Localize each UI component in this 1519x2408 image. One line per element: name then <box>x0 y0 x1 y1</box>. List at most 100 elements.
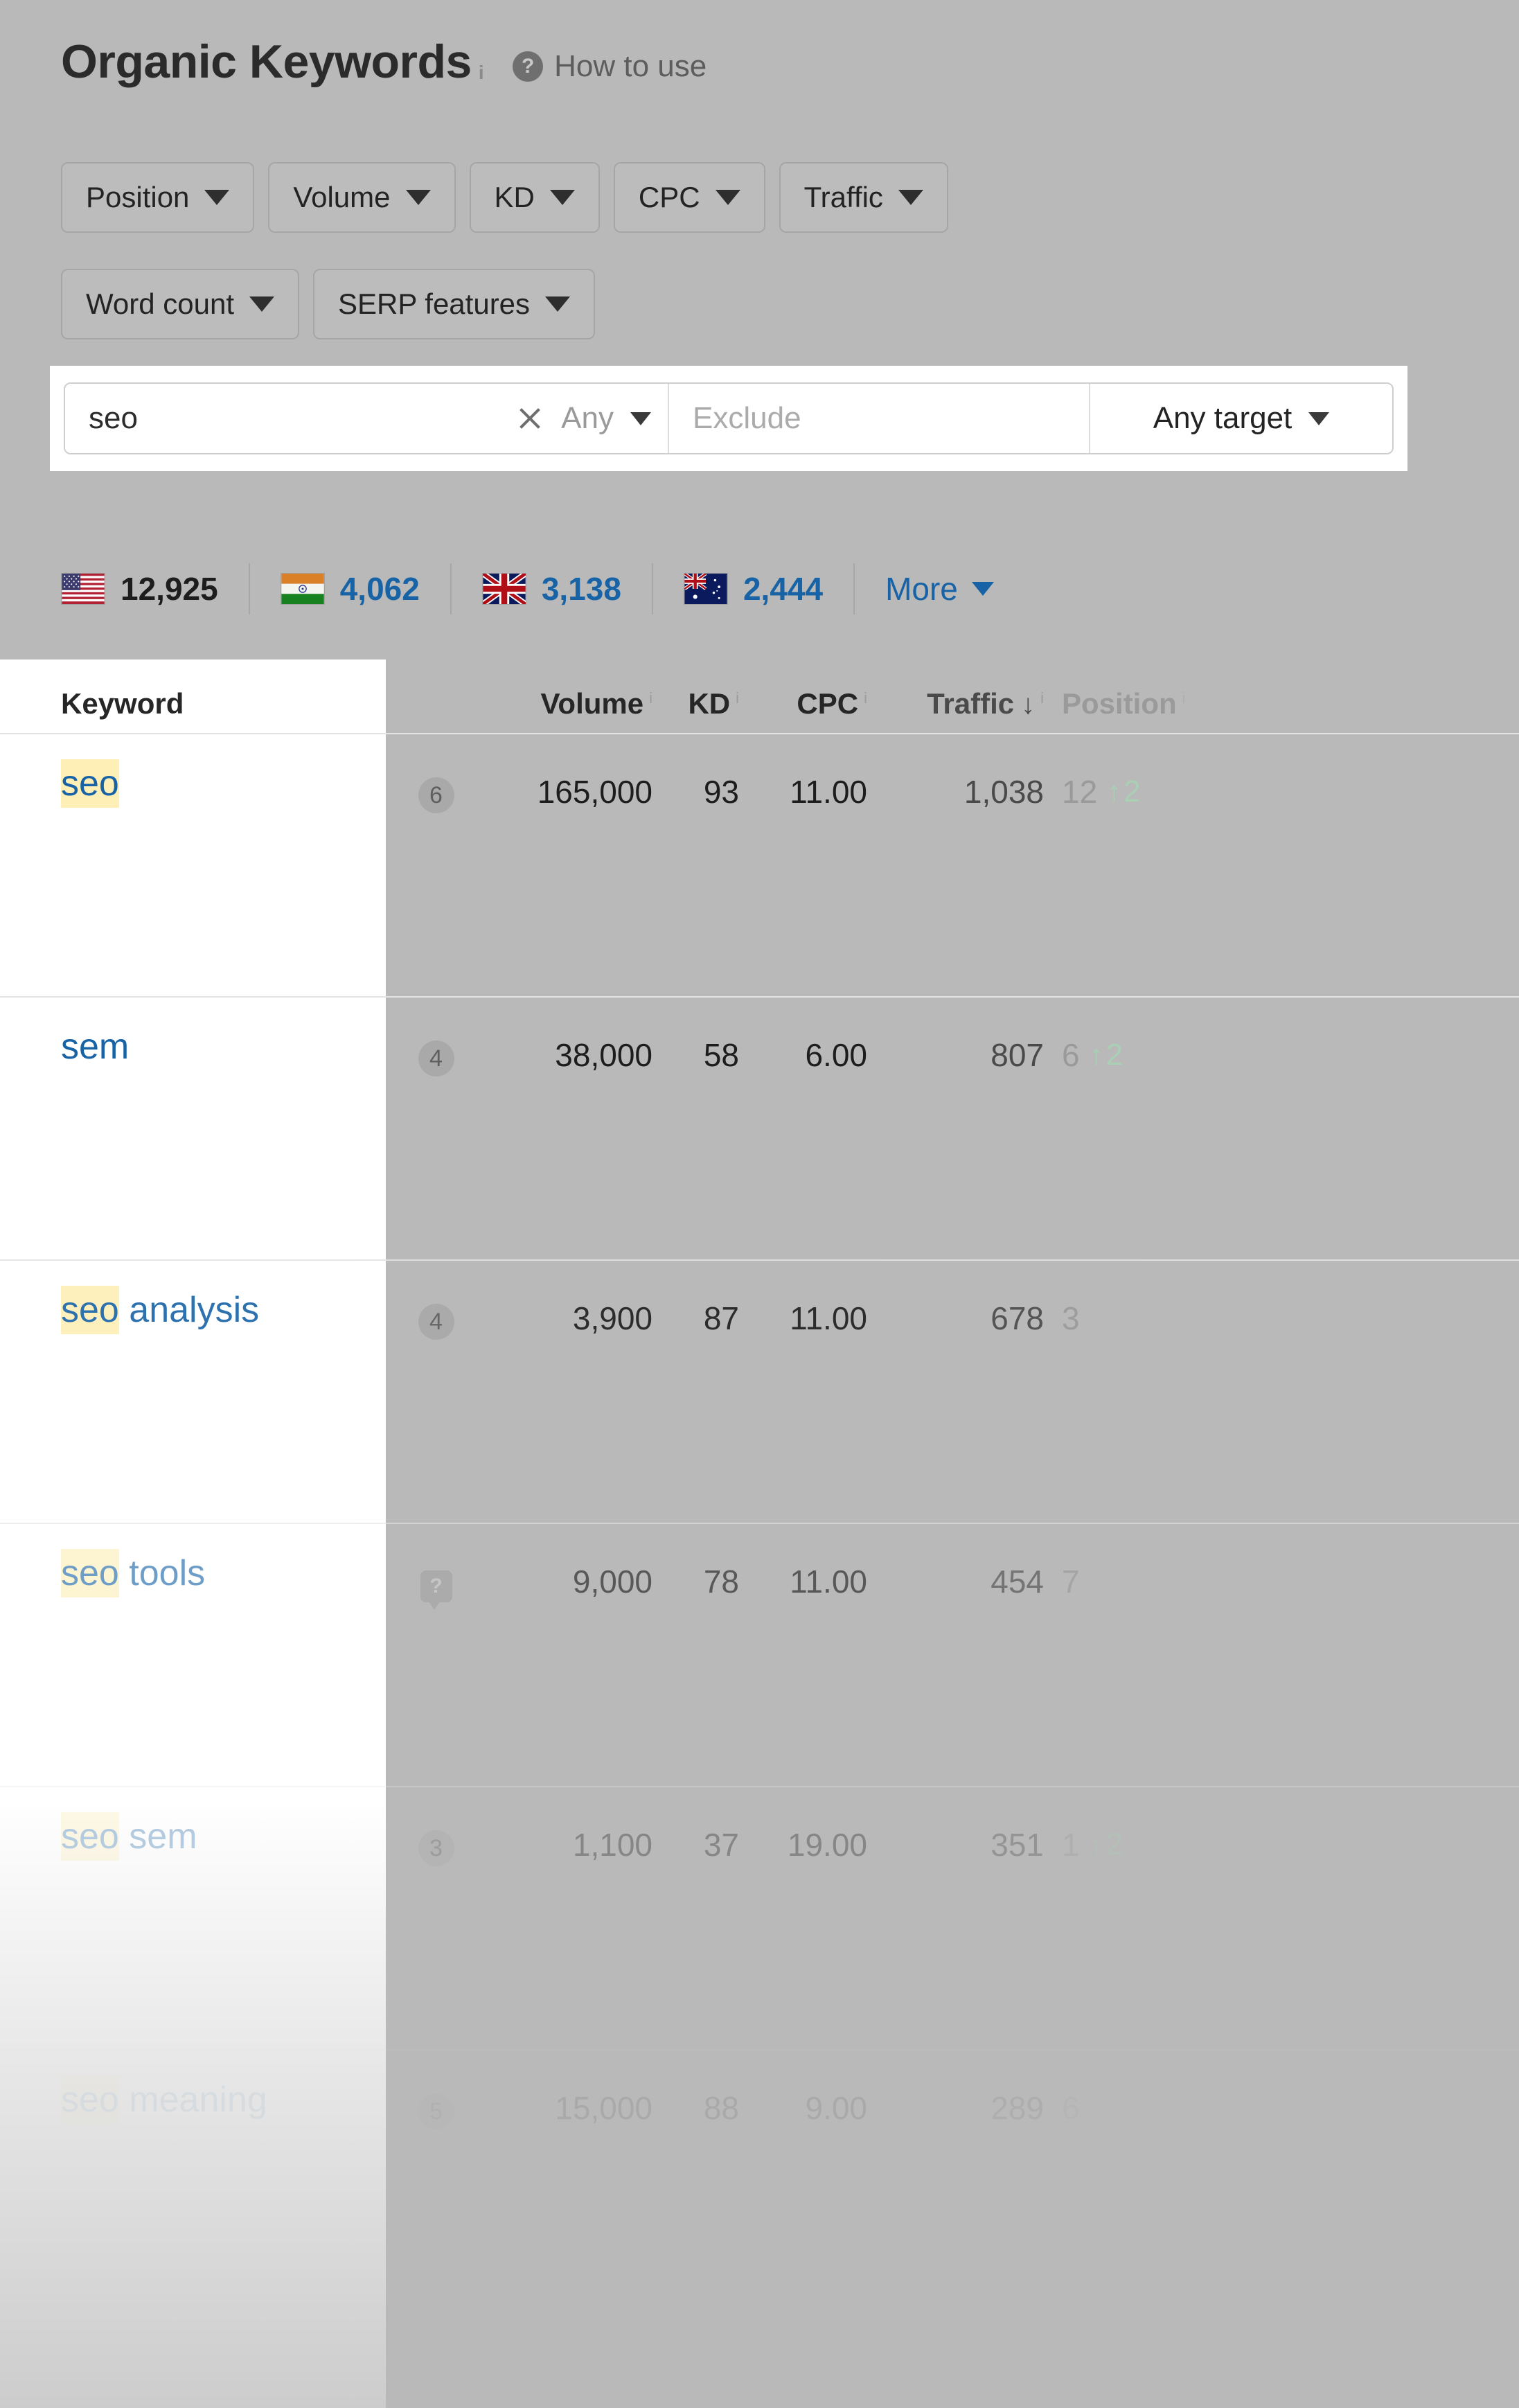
column-header-kd-label: KD <box>688 687 731 720</box>
table-row[interactable]: sem 4 38,000 58 6.00 807 6 ↑ 2 <box>0 996 1519 1259</box>
traffic-cell: 807 <box>991 1037 1044 1073</box>
arrow-up-icon: ↑ <box>1107 777 1121 807</box>
keyword-link[interactable]: seo tools <box>61 1549 205 1597</box>
how-to-use-link[interactable]: ? How to use <box>513 49 707 84</box>
table-row[interactable]: seo meaning 5 15,000 88 9.00 289 6 <box>0 2049 1519 2312</box>
position-change: ↑ 2 <box>1090 1038 1123 1072</box>
position-change-value: 2 <box>1105 1827 1123 1861</box>
column-header-kd[interactable]: KD i <box>652 659 739 720</box>
filter-cpc[interactable]: CPC <box>613 162 765 233</box>
keyword-link[interactable]: sem <box>61 1027 129 1067</box>
position-cell: 7 <box>1044 1524 1217 1600</box>
column-header-position[interactable]: Position i <box>1044 659 1217 720</box>
keyword-cell[interactable]: seo sem <box>0 1787 386 1861</box>
cpc-cell: 11.00 <box>790 1564 867 1600</box>
column-header-cpc-label: CPC <box>797 687 859 720</box>
keyword-rest: sem <box>61 1027 130 1067</box>
column-header-volume-label: Volume <box>540 687 644 720</box>
column-header-keyword[interactable]: Keyword <box>0 659 386 720</box>
filter-position[interactable]: Position <box>61 162 255 233</box>
include-keyword-input[interactable]: seo <box>89 401 514 436</box>
page-title-info-icon[interactable]: i <box>479 62 484 83</box>
kd-cell: 87 <box>703 1300 739 1336</box>
volume-cell: 1,100 <box>572 1827 652 1863</box>
position-value-wrap: 3 <box>1062 1300 1080 1337</box>
filter-chips-row-2: Word count SERP features <box>61 269 596 339</box>
position-change: ↑ 2 <box>1107 774 1140 809</box>
column-header-keyword-label: Keyword <box>61 687 184 720</box>
kd-cell: 78 <box>703 1564 739 1600</box>
country-tab-au[interactable]: 2,444 <box>653 560 853 618</box>
country-totals-row: 12,925 4,062 3,138 2,444 More <box>61 560 1024 618</box>
serp-features-cell[interactable]: 5 <box>386 2051 486 2130</box>
serp-features-cell[interactable]: 4 <box>386 998 486 1077</box>
position-value-wrap: 7 <box>1062 1563 1080 1600</box>
keyword-link[interactable]: seo meaning <box>61 2075 267 2124</box>
keyword-link[interactable]: seo <box>61 759 119 808</box>
table-row[interactable]: seo 6 165,000 93 11.00 1,038 12 ↑ 2 <box>0 733 1519 996</box>
chevron-down-icon <box>549 190 575 205</box>
keyword-cell[interactable]: seo meaning <box>0 2051 386 2124</box>
how-to-use-label: How to use <box>554 49 707 83</box>
serp-feature-count-badge: 3 <box>418 1830 454 1866</box>
target-dropdown[interactable]: Any target <box>1090 384 1392 453</box>
serp-feature-snippet-badge: ? <box>420 1570 452 1610</box>
serp-feature-count-badge: 4 <box>418 1304 454 1340</box>
keyword-rest: sem <box>118 1816 197 1857</box>
exclude-keyword-input[interactable]: Exclude <box>693 401 801 436</box>
volume-cell: 38,000 <box>555 1037 652 1073</box>
filter-serp-features[interactable]: SERP features <box>313 269 596 339</box>
keyword-link[interactable]: seo analysis <box>61 1286 259 1334</box>
chevron-down-icon <box>1308 411 1330 425</box>
filter-traffic[interactable]: Traffic <box>779 162 948 233</box>
filter-word-count[interactable]: Word count <box>61 269 299 339</box>
table-row[interactable]: seo tools ? 9,000 78 11.00 454 7 <box>0 1523 1519 1786</box>
serp-features-cell[interactable]: 3 <box>386 1787 486 1866</box>
serp-features-cell[interactable]: ? <box>386 1524 486 1610</box>
exclude-keyword-segment[interactable]: Exclude <box>668 384 1090 453</box>
table-row[interactable]: seo analysis 4 3,900 87 11.00 678 3 <box>0 1259 1519 1523</box>
filter-position-label: Position <box>86 181 190 213</box>
filter-kd[interactable]: KD <box>469 162 600 233</box>
traffic-cell: 289 <box>991 2090 1044 2126</box>
position-value: 6 <box>1062 1037 1080 1073</box>
filter-volume[interactable]: Volume <box>268 162 456 233</box>
filter-word-count-label: Word count <box>86 287 234 320</box>
cpc-cell: 6.00 <box>805 1037 867 1073</box>
keyword-cell[interactable]: seo <box>0 734 386 808</box>
keyword-cell[interactable]: seo tools <box>0 1524 386 1597</box>
close-icon[interactable] <box>514 402 546 434</box>
column-header-traffic[interactable]: Traffic ↓ i <box>867 659 1044 720</box>
country-tab-in[interactable]: 4,062 <box>250 560 450 618</box>
keyword-highlight: seo <box>61 759 119 808</box>
in-flag-icon <box>280 573 325 605</box>
match-mode-dropdown[interactable]: Any <box>561 401 651 436</box>
cpc-cell: 11.00 <box>790 774 867 810</box>
column-header-traffic-label: Traffic <box>927 687 1015 720</box>
position-value-wrap: 6 ↑ 2 <box>1062 1036 1123 1074</box>
position-cell: 6 <box>1044 2051 1217 2127</box>
country-tab-us[interactable]: 12,925 <box>61 560 249 618</box>
position-value-wrap: 1 ↑ 2 <box>1062 1826 1123 1863</box>
column-header-volume[interactable]: Volume i <box>486 659 652 720</box>
keyword-cell[interactable]: seo analysis <box>0 1261 386 1334</box>
table-row[interactable]: seo sem 3 1,100 37 19.00 351 1 ↑ 2 <box>0 1786 1519 2049</box>
position-cell: 12 ↑ 2 <box>1044 734 1217 811</box>
info-icon[interactable]: i <box>1182 689 1186 707</box>
serp-features-cell[interactable]: 4 <box>386 1261 486 1340</box>
country-tab-gb[interactable]: 3,138 <box>452 560 652 618</box>
column-header-cpc[interactable]: CPC i <box>739 659 867 720</box>
more-countries-dropdown[interactable]: More <box>855 570 1024 608</box>
keyword-highlight: seo <box>61 1286 119 1334</box>
keyword-link[interactable]: seo sem <box>61 1812 197 1861</box>
table-header-row: Keyword Volume i KD i CPC i Traffic ↓ i Posit… <box>0 659 1519 733</box>
filter-volume-label: Volume <box>293 181 391 213</box>
serp-features-cell[interactable]: 6 <box>386 734 486 813</box>
organic-keywords-screen: Organic Keywords i ? How to use Position … <box>0 0 1519 2408</box>
keyword-cell[interactable]: sem <box>0 998 386 1065</box>
cpc-cell: 9.00 <box>805 2090 867 2126</box>
keyword-rest: analysis <box>118 1290 260 1330</box>
traffic-cell: 454 <box>991 1564 1044 1600</box>
chevron-down-icon <box>545 296 571 312</box>
keyword-highlight: seo <box>61 1812 119 1861</box>
